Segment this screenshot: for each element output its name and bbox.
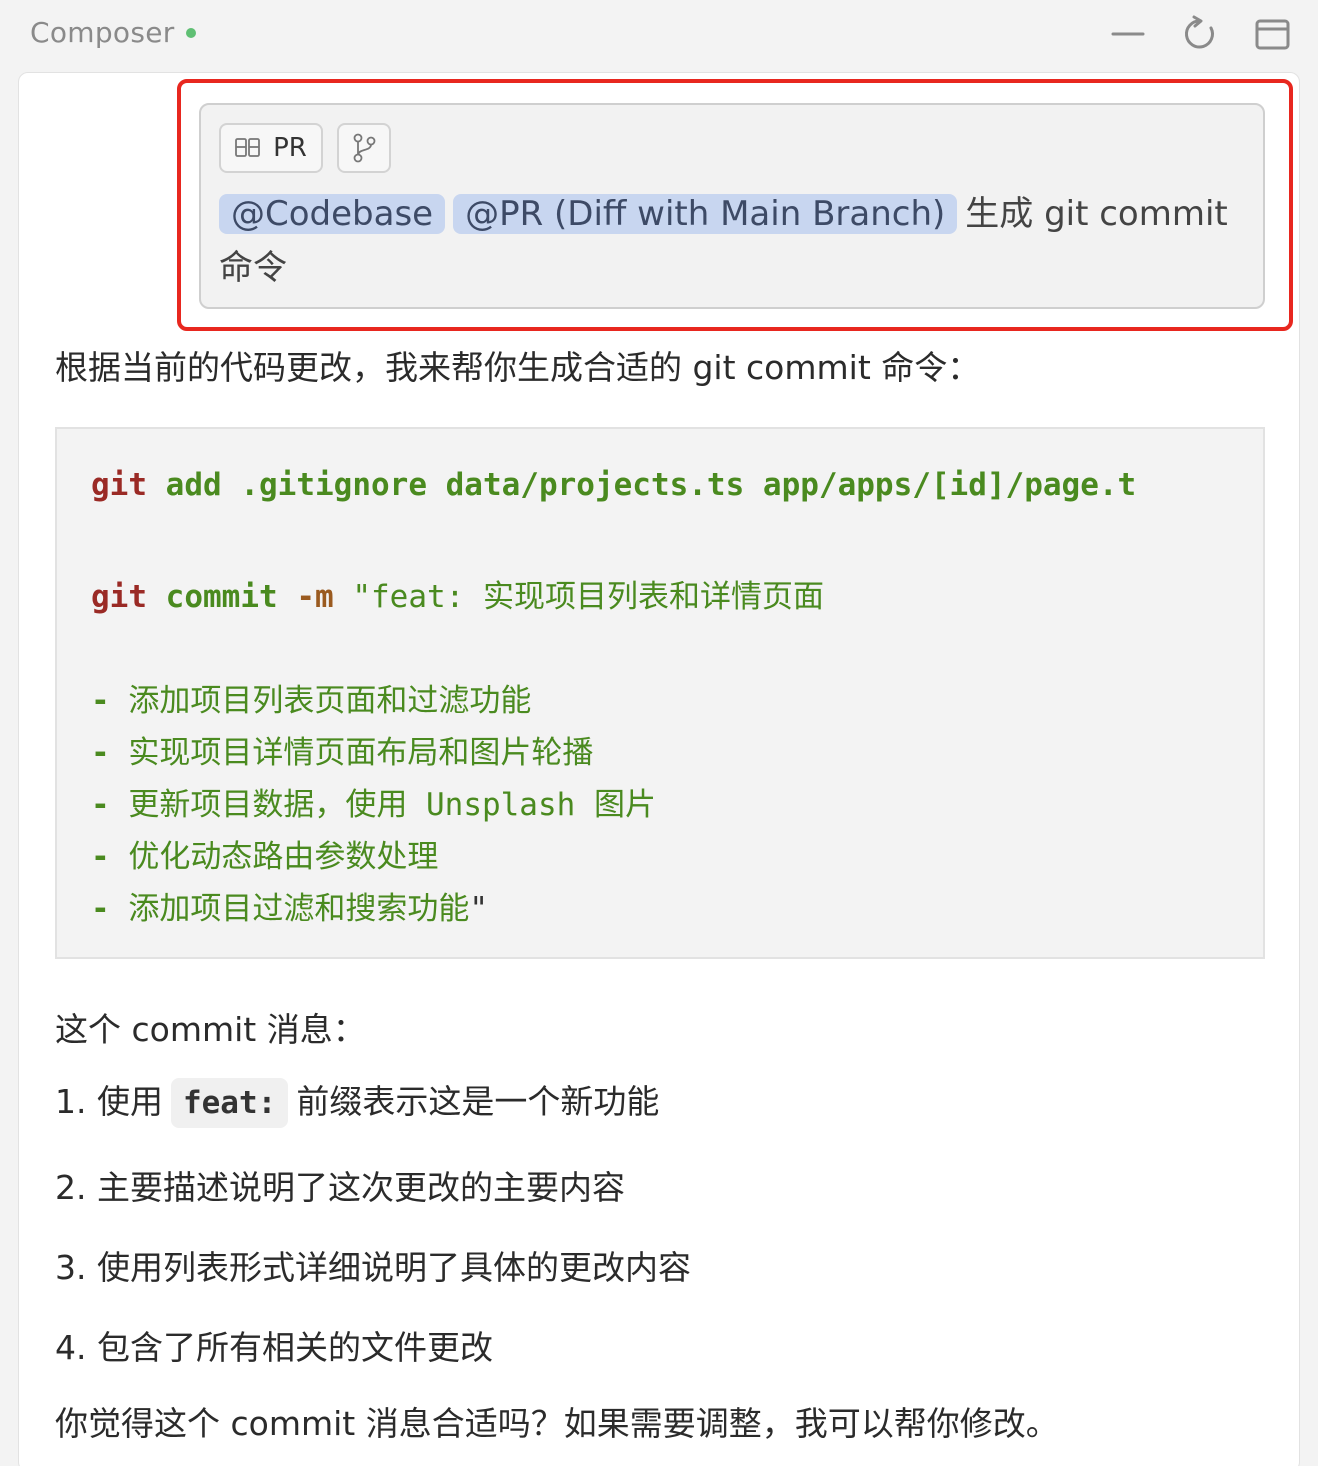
layout-icon: [1255, 19, 1290, 50]
refresh-icon: [1184, 15, 1214, 49]
status-indicator: [186, 28, 196, 38]
composer-panel: PR @Codebase @PR (Diff with Main Branch) 生…: [18, 72, 1300, 1466]
prompt-text: @Codebase @PR (Diff with Main Branch) 生成 g…: [219, 187, 1239, 295]
title-bar: Composer: [0, 0, 1318, 70]
panel-title: Composer: [30, 16, 175, 49]
code-line-git-commit: git commit -m "feat: 实现项目列表和详情页面: [91, 579, 824, 615]
minimize-icon: [1111, 32, 1145, 36]
code-block[interactable]: git add .gitignore data/projects.ts app/…: [55, 427, 1265, 959]
code-bullet: - 添加项目列表页面和过滤功能: [91, 683, 532, 719]
point-1: 1. 使用 feat: 前缀表示这是一个新功能: [55, 1075, 659, 1128]
refresh-button[interactable]: [1180, 14, 1220, 54]
git-branch-icon: [353, 133, 376, 163]
layout-toggle-button[interactable]: [1252, 14, 1292, 54]
point-2: 2. 主要描述说明了这次更改的主要内容: [55, 1168, 625, 1207]
pr-context-chip[interactable]: PR: [219, 123, 323, 173]
mention-codebase[interactable]: @Codebase: [219, 194, 446, 234]
inline-code-feat: feat:: [170, 1078, 289, 1128]
branch-context-chip[interactable]: [337, 123, 391, 173]
pr-columns-icon: [235, 138, 261, 157]
minimize-button[interactable]: [1108, 14, 1148, 54]
pr-chip-label: PR: [273, 133, 307, 163]
point-3: 3. 使用列表形式详细说明了具体的更改内容: [55, 1248, 691, 1287]
code-bullet: - 添加项目过滤和搜索功能": [91, 891, 488, 927]
code-bullet: - 实现项目详情页面布局和图片轮播: [91, 735, 594, 771]
code-line-git-add: git add .gitignore data/projects.ts app/…: [91, 467, 1137, 503]
explain-title: 这个 commit 消息：: [55, 1010, 366, 1049]
code-bullet: - 更新项目数据，使用 Unsplash 图片: [91, 787, 656, 823]
point-4: 4. 包含了所有相关的文件更改: [55, 1328, 493, 1367]
response-closing: 你觉得这个 commit 消息合适吗？如果需要调整，我可以帮你修改。: [55, 1404, 1059, 1443]
scrolled-content-remnant: [59, 73, 619, 75]
response-intro: 根据当前的代码更改，我来帮你生成合适的 git commit 命令：: [55, 348, 981, 387]
code-bullet: - 优化动态路由参数处理: [91, 839, 439, 875]
mention-pr-diff[interactable]: @PR (Diff with Main Branch): [453, 194, 958, 234]
user-prompt-box[interactable]: PR @Codebase @PR (Diff with Main Branch) 生…: [199, 103, 1265, 309]
